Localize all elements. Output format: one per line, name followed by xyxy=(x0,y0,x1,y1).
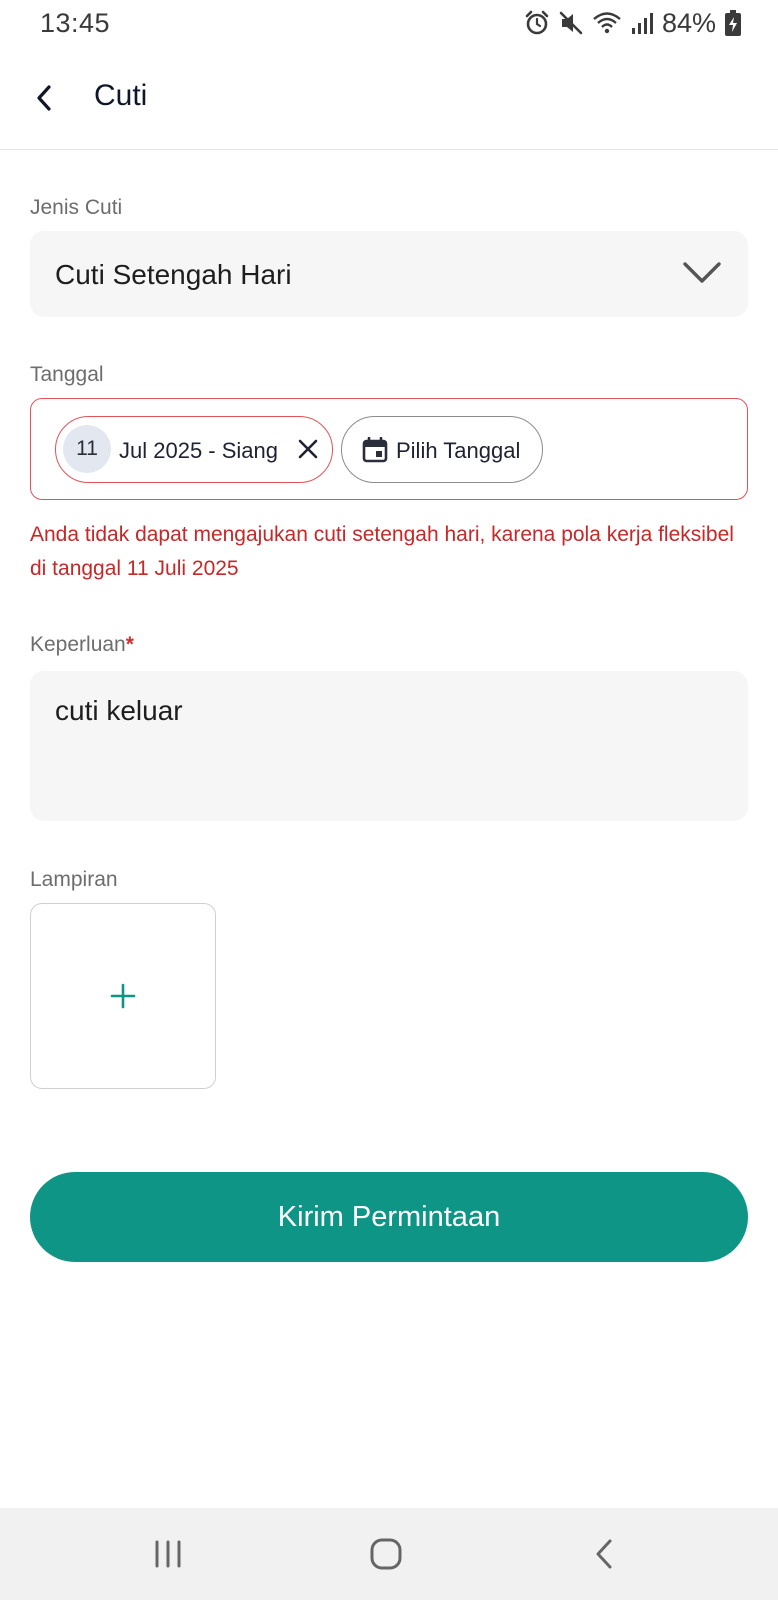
submit-request-button[interactable]: Kirim Permintaan xyxy=(30,1172,748,1262)
date-label: Tanggal xyxy=(30,363,104,386)
purpose-label: Keperluan* xyxy=(30,633,134,657)
status-icons: 84% xyxy=(524,7,742,39)
leave-type-value: Cuti Setengah Hari xyxy=(55,259,292,290)
leave-request-screen: 13:45 84% Cuti Jenis Cuti Cuti Setengah … xyxy=(0,0,778,1600)
mute-icon xyxy=(558,10,584,36)
plus-icon xyxy=(110,983,136,1009)
home-button[interactable] xyxy=(356,1526,416,1582)
purpose-label-text: Keperluan xyxy=(30,633,126,656)
date-field: 11 Jul 2025 - Siang Pilih Tanggal xyxy=(30,398,748,500)
page-title: Cuti xyxy=(94,79,148,112)
back-icon xyxy=(596,1539,612,1569)
close-icon xyxy=(298,439,318,459)
purpose-value: cuti keluar xyxy=(55,695,183,726)
signal-icon xyxy=(630,10,654,36)
calendar-icon xyxy=(362,437,388,463)
nav-back-button[interactable] xyxy=(574,1526,634,1582)
required-mark: * xyxy=(125,633,134,656)
chevron-down-icon xyxy=(683,262,721,283)
leave-type-select[interactable]: Cuti Setengah Hari xyxy=(30,231,748,317)
wifi-icon xyxy=(592,10,622,36)
pick-date-label: Pilih Tanggal xyxy=(396,438,521,463)
alarm-icon xyxy=(524,10,550,36)
pick-date-button[interactable]: Pilih Tanggal xyxy=(341,416,543,483)
status-bar: 13:45 84% xyxy=(0,0,778,48)
status-time: 13:45 xyxy=(40,8,111,38)
recent-apps-button[interactable] xyxy=(138,1526,198,1582)
selected-date-chip[interactable]: 11 Jul 2025 - Siang xyxy=(55,416,333,483)
selected-date-text: Jul 2025 - Siang xyxy=(119,438,278,463)
add-attachment-button[interactable] xyxy=(30,903,216,1089)
back-button[interactable] xyxy=(24,74,64,122)
battery-percent: 84% xyxy=(661,7,716,38)
date-error-message: Anda tidak dapat mengajukan cuti setenga… xyxy=(30,523,734,580)
purpose-input[interactable]: cuti keluar xyxy=(30,671,748,821)
recent-apps-icon xyxy=(155,1540,181,1568)
system-nav-bar xyxy=(0,1508,778,1600)
remove-date-button[interactable] xyxy=(294,435,322,463)
attachment-label: Lampiran xyxy=(30,868,118,891)
home-icon xyxy=(370,1538,402,1570)
back-arrow-icon xyxy=(37,85,51,111)
battery-charging-icon xyxy=(724,9,742,37)
leave-type-label: Jenis Cuti xyxy=(30,196,123,219)
app-bar: Cuti xyxy=(0,48,778,150)
selected-date-day: 11 xyxy=(63,425,111,473)
